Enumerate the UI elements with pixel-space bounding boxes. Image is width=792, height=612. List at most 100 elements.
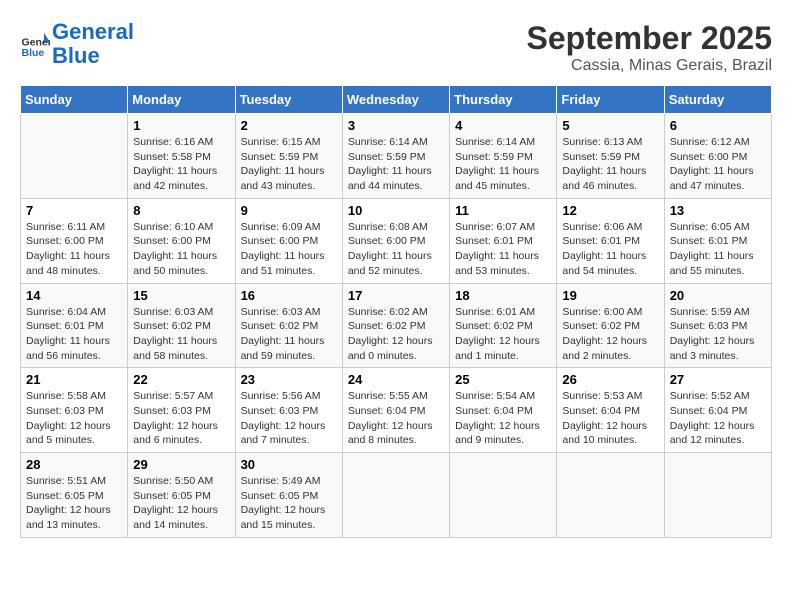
calendar-row: 21Sunrise: 5:58 AM Sunset: 6:03 PM Dayli… (21, 368, 772, 453)
title-area: September 2025 Cassia, Minas Gerais, Bra… (527, 20, 772, 75)
calendar-cell: 25 Sunrise: 5:54 AM Sunset: 6:04 PM Dayli… (450, 368, 557, 453)
day-number: 17 (348, 288, 444, 303)
day-number: 12 (562, 203, 658, 218)
day-number: 3 (348, 118, 444, 133)
day-info: Sunrise: 5:49 AM Sunset: 6:05 PM Dayligh… (241, 474, 337, 533)
calendar-row: 1Sunrise: 6:16 AM Sunset: 5:58 PM Daylig… (21, 114, 772, 199)
calendar-cell: 14 Sunrise: 6:04 AM Sunset: 6:01 PM Dayli… (21, 283, 128, 368)
calendar-cell (664, 453, 771, 538)
day-number: 15 (133, 288, 229, 303)
calendar-cell: 26Sunrise: 5:53 AM Sunset: 6:04 PM Dayli… (557, 368, 664, 453)
day-number: 19 (562, 288, 658, 303)
day-info: Sunrise: 6:10 AM Sunset: 6:00 PM Dayligh… (133, 220, 229, 279)
day-info: Sunrise: 5:56 AM Sunset: 6:03 PM Dayligh… (241, 389, 337, 448)
calendar-cell (557, 453, 664, 538)
day-number: 20 (670, 288, 766, 303)
calendar-cell: 4Sunrise: 6:14 AM Sunset: 5:59 PM Daylig… (450, 114, 557, 199)
day-info: Sunrise: 5:50 AM Sunset: 6:05 PM Dayligh… (133, 474, 229, 533)
day-number: 5 (562, 118, 658, 133)
day-number: 16 (241, 288, 337, 303)
day-number: 6 (670, 118, 766, 133)
day-info: Sunrise: 5:59 AM Sunset: 6:03 PM Dayligh… (670, 305, 766, 364)
day-of-week-header: Wednesday (342, 86, 449, 114)
calendar-row: 14 Sunrise: 6:04 AM Sunset: 6:01 PM Dayli… (21, 283, 772, 368)
day-info: Sunrise: 6:04 AM Sunset: 6:01 PM Dayligh… (26, 305, 122, 364)
calendar-cell: 24 Sunrise: 5:55 AM Sunset: 6:04 PM Dayli… (342, 368, 449, 453)
calendar-cell: 19 Sunrise: 6:00 AM Sunset: 6:02 PM Dayli… (557, 283, 664, 368)
day-number: 11 (455, 203, 551, 218)
day-of-week-header: Monday (128, 86, 235, 114)
day-info: Sunrise: 6:14 AM Sunset: 5:59 PM Dayligh… (455, 135, 551, 194)
calendar-cell: 7Sunrise: 6:11 AM Sunset: 6:00 PM Daylig… (21, 198, 128, 283)
day-number: 26 (562, 372, 658, 387)
calendar-cell: 27 Sunrise: 5:52 AM Sunset: 6:04 PM Dayli… (664, 368, 771, 453)
day-number: 8 (133, 203, 229, 218)
day-info: Sunrise: 5:52 AM Sunset: 6:04 PM Dayligh… (670, 389, 766, 448)
day-info: Sunrise: 6:02 AM Sunset: 6:02 PM Dayligh… (348, 305, 444, 364)
calendar-cell: 21Sunrise: 5:58 AM Sunset: 6:03 PM Dayli… (21, 368, 128, 453)
calendar-cell: 1Sunrise: 6:16 AM Sunset: 5:58 PM Daylig… (128, 114, 235, 199)
calendar-cell: 13 Sunrise: 6:05 AM Sunset: 6:01 PM Dayli… (664, 198, 771, 283)
calendar-table: SundayMondayTuesdayWednesdayThursdayFrid… (20, 85, 772, 538)
calendar-cell: 16 Sunrise: 6:03 AM Sunset: 6:02 PM Dayli… (235, 283, 342, 368)
day-info: Sunrise: 6:07 AM Sunset: 6:01 PM Dayligh… (455, 220, 551, 279)
day-of-week-header: Thursday (450, 86, 557, 114)
calendar-cell: 5 Sunrise: 6:13 AM Sunset: 5:59 PM Daylig… (557, 114, 664, 199)
calendar-cell: 20 Sunrise: 5:59 AM Sunset: 6:03 PM Dayli… (664, 283, 771, 368)
calendar-cell: 10 Sunrise: 6:08 AM Sunset: 6:00 PM Dayli… (342, 198, 449, 283)
day-info: Sunrise: 6:05 AM Sunset: 6:01 PM Dayligh… (670, 220, 766, 279)
day-info: Sunrise: 5:54 AM Sunset: 6:04 PM Dayligh… (455, 389, 551, 448)
day-number: 21 (26, 372, 122, 387)
day-number: 27 (670, 372, 766, 387)
calendar-cell: 29 Sunrise: 5:50 AM Sunset: 6:05 PM Dayli… (128, 453, 235, 538)
day-number: 10 (348, 203, 444, 218)
day-info: Sunrise: 6:08 AM Sunset: 6:00 PM Dayligh… (348, 220, 444, 279)
logo-icon: General Blue (20, 29, 50, 59)
day-number: 29 (133, 457, 229, 472)
day-info: Sunrise: 6:03 AM Sunset: 6:02 PM Dayligh… (133, 305, 229, 364)
day-of-week-header: Tuesday (235, 86, 342, 114)
day-info: Sunrise: 6:15 AM Sunset: 5:59 PM Dayligh… (241, 135, 337, 194)
day-info: Sunrise: 6:00 AM Sunset: 6:02 PM Dayligh… (562, 305, 658, 364)
calendar-row: 7Sunrise: 6:11 AM Sunset: 6:00 PM Daylig… (21, 198, 772, 283)
day-number: 14 (26, 288, 122, 303)
location-title: Cassia, Minas Gerais, Brazil (527, 57, 772, 75)
day-number: 22 (133, 372, 229, 387)
month-title: September 2025 (527, 20, 772, 57)
day-info: Sunrise: 6:14 AM Sunset: 5:59 PM Dayligh… (348, 135, 444, 194)
day-info: Sunrise: 6:16 AM Sunset: 5:58 PM Dayligh… (133, 135, 229, 194)
calendar-cell: 30Sunrise: 5:49 AM Sunset: 6:05 PM Dayli… (235, 453, 342, 538)
calendar-cell: 12Sunrise: 6:06 AM Sunset: 6:01 PM Dayli… (557, 198, 664, 283)
day-number: 18 (455, 288, 551, 303)
calendar-cell: 8 Sunrise: 6:10 AM Sunset: 6:00 PM Daylig… (128, 198, 235, 283)
calendar-cell: 15 Sunrise: 6:03 AM Sunset: 6:02 PM Dayli… (128, 283, 235, 368)
day-number: 25 (455, 372, 551, 387)
calendar-cell (21, 114, 128, 199)
day-number: 23 (241, 372, 337, 387)
day-number: 13 (670, 203, 766, 218)
logo: General Blue General Blue (20, 20, 134, 68)
calendar-cell: 17 Sunrise: 6:02 AM Sunset: 6:02 PM Dayli… (342, 283, 449, 368)
calendar-cell: 22 Sunrise: 5:57 AM Sunset: 6:03 PM Dayli… (128, 368, 235, 453)
day-number: 2 (241, 118, 337, 133)
day-info: Sunrise: 5:57 AM Sunset: 6:03 PM Dayligh… (133, 389, 229, 448)
day-number: 24 (348, 372, 444, 387)
day-info: Sunrise: 6:12 AM Sunset: 6:00 PM Dayligh… (670, 135, 766, 194)
calendar-row: 28Sunrise: 5:51 AM Sunset: 6:05 PM Dayli… (21, 453, 772, 538)
day-info: Sunrise: 6:03 AM Sunset: 6:02 PM Dayligh… (241, 305, 337, 364)
calendar-cell: 28Sunrise: 5:51 AM Sunset: 6:05 PM Dayli… (21, 453, 128, 538)
day-info: Sunrise: 6:13 AM Sunset: 5:59 PM Dayligh… (562, 135, 658, 194)
calendar-cell: 11 Sunrise: 6:07 AM Sunset: 6:01 PM Dayli… (450, 198, 557, 283)
logo-text: General Blue (52, 20, 134, 68)
logo-line1: General (52, 19, 134, 44)
calendar-cell: 18 Sunrise: 6:01 AM Sunset: 6:02 PM Dayli… (450, 283, 557, 368)
calendar-cell: 6 Sunrise: 6:12 AM Sunset: 6:00 PM Daylig… (664, 114, 771, 199)
calendar-cell (450, 453, 557, 538)
day-of-week-header: Sunday (21, 86, 128, 114)
day-number: 7 (26, 203, 122, 218)
day-info: Sunrise: 5:55 AM Sunset: 6:04 PM Dayligh… (348, 389, 444, 448)
day-info: Sunrise: 6:01 AM Sunset: 6:02 PM Dayligh… (455, 305, 551, 364)
calendar-cell (342, 453, 449, 538)
calendar-cell: 3 Sunrise: 6:14 AM Sunset: 5:59 PM Daylig… (342, 114, 449, 199)
day-info: Sunrise: 6:09 AM Sunset: 6:00 PM Dayligh… (241, 220, 337, 279)
